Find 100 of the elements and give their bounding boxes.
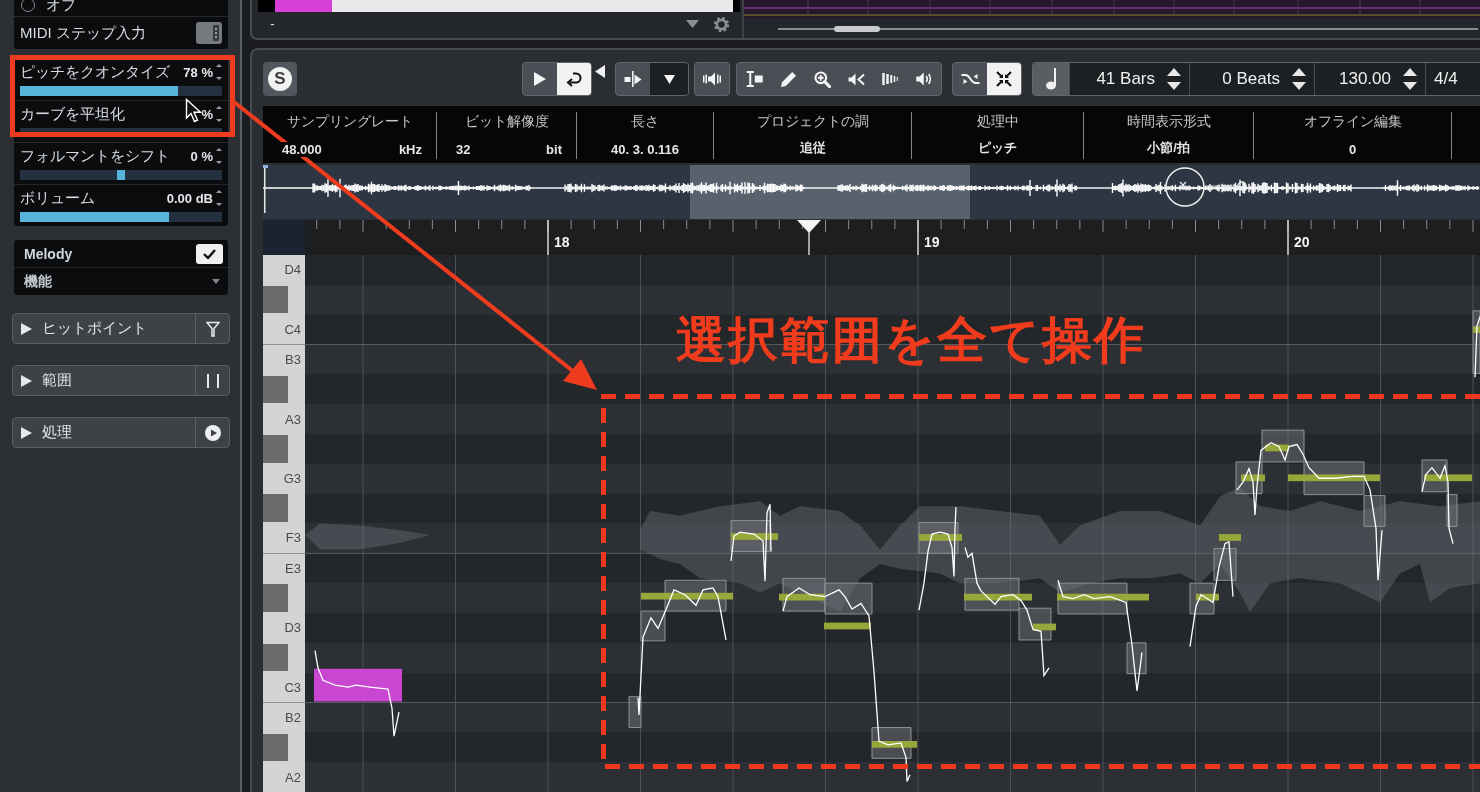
info-value: 0 [1347, 142, 1358, 157]
section-header[interactable]: 処理 [12, 417, 230, 448]
piano-roll-grid[interactable] [305, 255, 1480, 792]
speaker-bars-icon [702, 72, 722, 86]
info-value: 48.000 [281, 142, 323, 157]
visible-range-highlight[interactable] [690, 165, 970, 219]
piano-keyboard[interactable]: D4 C4 B3 A3 G3 F3 E3 D3 C3 B2 A2 [263, 255, 305, 792]
info-label: 時間表示形式 [1126, 113, 1211, 131]
info-value: 追従 [798, 140, 827, 155]
key-label: D4 [284, 262, 301, 278]
clip-preview[interactable] [258, 0, 740, 12]
clip-name: - [270, 16, 275, 32]
section-header[interactable]: ヒットポイント [12, 313, 230, 344]
slider-track[interactable] [20, 212, 222, 222]
info-value: 小節/拍 [1146, 140, 1191, 155]
loop-arrow-icon [566, 71, 582, 87]
caret-down-icon[interactable] [686, 20, 699, 28]
note-icon [1045, 68, 1057, 90]
triangle-icon[interactable] [595, 65, 605, 78]
section-header[interactable]: 範囲 [12, 365, 230, 396]
toggle-switch-icon[interactable] [196, 22, 222, 44]
slider-label: フォルマントをシフト [20, 146, 170, 166]
bar-number: 19 [924, 234, 940, 250]
spinner-arrows-icon[interactable] [216, 190, 222, 206]
sharp-key[interactable] [263, 375, 288, 404]
info-label: プロジェクトの調 [756, 113, 869, 131]
sharp-key[interactable] [263, 643, 288, 672]
info-label: ビット解像度 [464, 113, 549, 131]
key-label: A2 [285, 769, 301, 785]
time-field[interactable]: 4/4 [1425, 63, 1480, 95]
sharp-key[interactable] [263, 494, 288, 523]
bars-icon [882, 73, 898, 85]
annotation-text: 選択範囲を全て操作 [676, 311, 1146, 370]
time-field[interactable]: 41 Bars [1069, 63, 1189, 95]
info-value: 40. 3. 0.116 [610, 142, 680, 157]
range-bars-icon [205, 373, 220, 388]
sharp-key[interactable] [263, 733, 288, 762]
slider-track[interactable] [20, 128, 222, 133]
slider-label: ボリューム [20, 188, 95, 208]
slider-thumb[interactable] [117, 170, 125, 180]
slider-track[interactable] [20, 86, 222, 96]
key-label: D3 [284, 620, 301, 636]
tool-button[interactable] [650, 63, 688, 95]
zoom-handle-icon[interactable] [1165, 167, 1247, 207]
play-icon [532, 71, 548, 87]
info-unit: bit [546, 142, 562, 157]
slider-value[interactable]: 0 % [190, 148, 213, 164]
slider-value[interactable]: 0.00 dB [166, 190, 213, 206]
sharp-key[interactable] [263, 285, 288, 314]
playhead-marker-icon[interactable] [797, 220, 821, 255]
key-label: B2 [285, 710, 301, 726]
timeline-ruler[interactable]: 18 19 20 [263, 220, 1480, 255]
speaker-arrow-icon [847, 72, 865, 86]
note-segment[interactable] [314, 649, 402, 737]
bar-number: 20 [1294, 234, 1310, 250]
curve-icon [960, 72, 980, 86]
info-label: 処理中 [976, 113, 1019, 131]
check-icon [203, 248, 216, 259]
slider-value[interactable]: 78 % [183, 64, 213, 80]
info-value: 32 [455, 142, 472, 157]
info-unit: kHz [398, 142, 422, 157]
time-field[interactable]: 0 Beats [1189, 63, 1314, 95]
spinner-arrows-icon[interactable] [216, 106, 222, 122]
arrows-inward-icon [996, 71, 1012, 87]
bar-number: 18 [554, 234, 570, 250]
checkbox[interactable] [196, 243, 223, 264]
slider-label: ピッチをクオンタイズ [20, 62, 170, 82]
note-button[interactable] [1033, 63, 1069, 95]
function-dropdown[interactable]: 機能 [14, 267, 228, 295]
spinner-arrows-icon[interactable] [1292, 68, 1306, 90]
key-label: C3 [284, 679, 301, 695]
solo-button[interactable]: S [263, 62, 297, 96]
tool-button[interactable] [557, 63, 591, 95]
pitch-segment[interactable] [1472, 310, 1480, 378]
play-circle-icon [204, 424, 221, 441]
funnel-icon [205, 320, 220, 337]
split-arrow-icon [624, 71, 642, 87]
info-label: オフライン編集 [1303, 113, 1402, 131]
tool-button[interactable] [987, 63, 1021, 95]
spinner-arrows-icon[interactable] [1167, 68, 1181, 90]
spinner-arrows-icon[interactable] [216, 64, 222, 80]
sharp-key[interactable] [263, 584, 288, 613]
speaker-icon [916, 72, 932, 86]
pitch-segments[interactable] [628, 429, 1472, 783]
waveform-overview[interactable] [263, 165, 1480, 219]
option-label: MIDI ステップ入力 [20, 23, 146, 43]
pencil-icon [780, 71, 796, 87]
caret-down-icon [212, 279, 220, 284]
start-marker-icon[interactable] [263, 165, 268, 213]
time-field[interactable]: 130.00 [1314, 63, 1425, 95]
track-name: Melody [24, 245, 73, 262]
spinner-arrows-icon[interactable] [1403, 68, 1417, 90]
key-label: G3 [283, 471, 301, 487]
key-label: E3 [285, 561, 301, 577]
caret-down-icon [663, 74, 675, 84]
info-label: 長さ [631, 113, 659, 131]
key-label: A3 [285, 411, 301, 427]
settings-gear-icon[interactable] [713, 15, 730, 33]
slider-track[interactable] [20, 170, 222, 180]
spinner-arrows-icon[interactable] [216, 148, 222, 164]
